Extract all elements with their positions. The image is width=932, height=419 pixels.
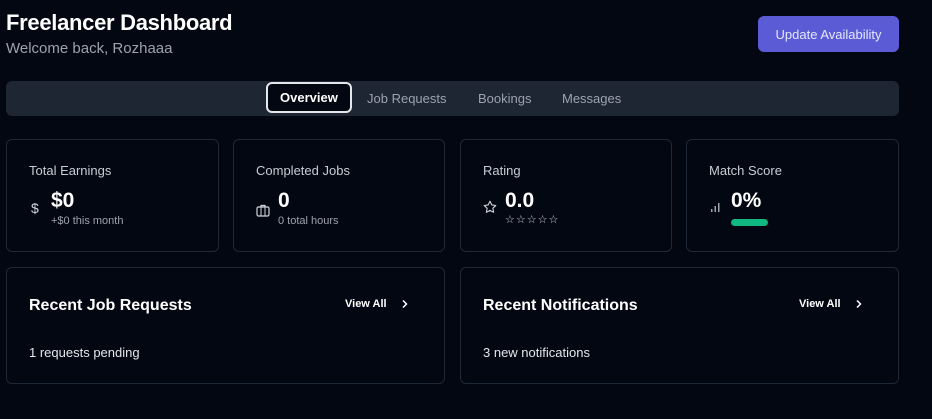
- stat-sub: +$0 this month: [51, 215, 124, 227]
- recent-notifications-panel: Recent Notifications View All 3 new noti…: [460, 267, 899, 384]
- dollar-icon: $: [31, 200, 39, 216]
- match-score-fill: [731, 219, 768, 226]
- stat-label: Total Earnings: [29, 163, 112, 178]
- panel-title: Recent Job Requests: [29, 297, 192, 314]
- stat-card-match-score: Match Score 0%: [686, 139, 899, 252]
- panel-body: 3 new notifications: [483, 345, 590, 360]
- tab-bookings[interactable]: Bookings: [478, 81, 531, 116]
- tab-messages[interactable]: Messages: [562, 81, 621, 116]
- stat-label: Match Score: [709, 163, 782, 178]
- briefcase-icon: [256, 204, 270, 217]
- chevron-right-icon: [856, 299, 862, 309]
- recent-job-requests-panel: Recent Job Requests View All 1 requests …: [6, 267, 445, 384]
- stat-card-rating: Rating 0.0 ☆☆☆☆☆: [460, 139, 672, 252]
- panel-body: 1 requests pending: [29, 345, 140, 360]
- page-subtitle: Welcome back, Rozhaaa: [6, 40, 173, 57]
- panel-title: Recent Notifications: [483, 297, 638, 314]
- stat-value: 0%: [731, 189, 762, 212]
- signal-icon: [711, 203, 720, 212]
- stat-value: 0: [278, 189, 290, 212]
- stat-card-completed-jobs: Completed Jobs 0 0 total hours: [233, 139, 445, 252]
- stat-value: 0.0: [505, 189, 535, 212]
- chevron-right-icon: [402, 299, 408, 309]
- view-all-notifications-link[interactable]: View All: [799, 298, 863, 310]
- match-score-bar: [731, 219, 768, 226]
- view-all-label: View All: [345, 298, 387, 310]
- update-availability-button[interactable]: Update Availability: [758, 16, 899, 52]
- rating-stars: ☆☆☆☆☆: [505, 214, 560, 226]
- tab-job-requests[interactable]: Job Requests: [367, 81, 447, 116]
- tab-overview[interactable]: Overview: [266, 82, 352, 113]
- stat-label: Rating: [483, 163, 521, 178]
- view-all-job-requests-link[interactable]: View All: [345, 298, 409, 310]
- stat-card-earnings: Total Earnings $ $0 +$0 this month: [6, 139, 219, 252]
- stat-sub: 0 total hours: [278, 215, 339, 227]
- stat-label: Completed Jobs: [256, 163, 350, 178]
- stat-value: $0: [51, 189, 75, 212]
- tab-bar: Overview Job Requests Bookings Messages: [6, 81, 899, 116]
- page-title: Freelancer Dashboard: [6, 10, 233, 35]
- star-icon: [483, 200, 497, 213]
- view-all-label: View All: [799, 298, 841, 310]
